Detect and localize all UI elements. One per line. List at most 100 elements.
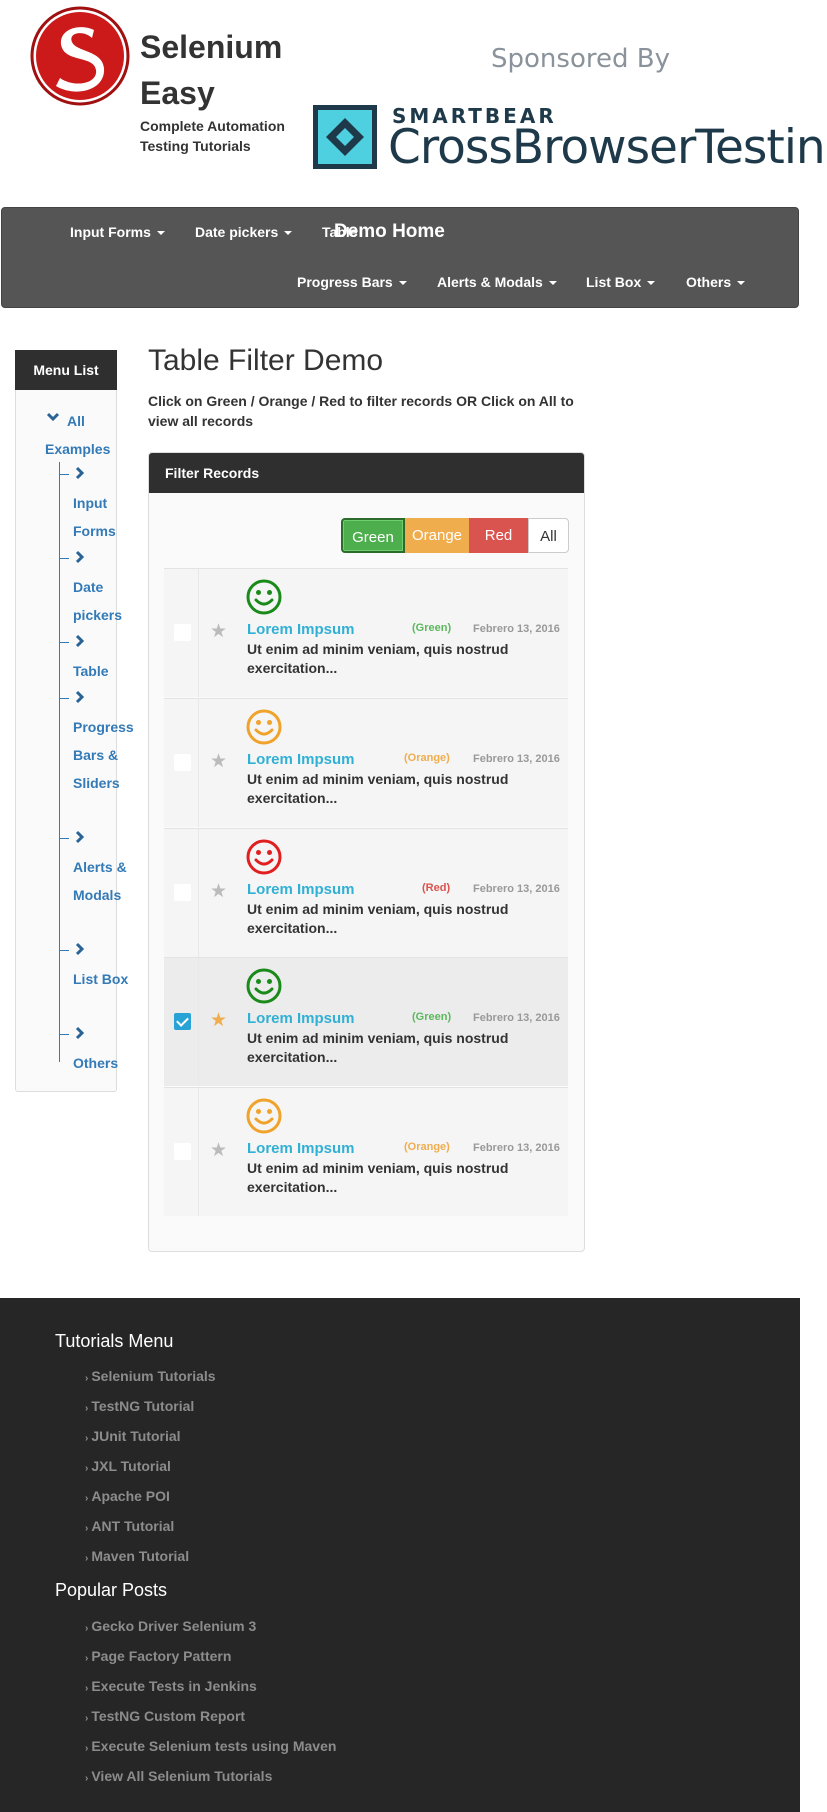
row-checkbox[interactable] <box>174 1013 191 1030</box>
brand-subtitle: Complete Automation Testing Tutorials <box>140 118 285 154</box>
chevron-right-icon[interactable] <box>75 466 85 483</box>
brand-title[interactable]: Selenium Easy <box>140 24 310 116</box>
chevron-right-icon[interactable] <box>75 690 85 707</box>
nav-progress-bars[interactable]: Progress Bars <box>297 274 407 290</box>
selenium-easy-logo[interactable] <box>28 4 132 108</box>
table-row: ★ Lorem Impsum (Green) Febrero 13, 2016 Ut e… <box>164 957 568 1086</box>
nav-input-forms[interactable]: Input Forms <box>70 224 165 240</box>
panel-title: Filter Records <box>149 453 584 493</box>
nav-list-box[interactable]: List Box <box>586 274 656 290</box>
record-status-tag: (Red) <box>422 882 451 894</box>
sidebar-item-input-forms[interactable]: Input Forms <box>73 489 133 545</box>
record-status-tag: (Green) <box>412 622 452 634</box>
tree-connector <box>60 950 69 951</box>
record-body: Ut enim ad minim veniam, quis nostrud ex… <box>247 901 509 936</box>
footer-post-link[interactable]: › Page Factory Pattern <box>85 1648 231 1664</box>
crossbrowsertesting-label[interactable]: CrossBrowserTesting <box>388 120 827 175</box>
record-body: Ut enim ad minim veniam, quis nostrud ex… <box>247 1160 509 1195</box>
star-icon[interactable]: ★ <box>210 1009 227 1032</box>
tree-connector <box>60 474 69 475</box>
footer-tutorial-link[interactable]: › Apache POI <box>85 1488 170 1504</box>
record-status-tag: (Orange) <box>404 1141 450 1153</box>
record-title[interactable]: Lorem Impsum <box>247 751 355 768</box>
sidebar-item-progress-bars[interactable]: Progress Bars & Sliders <box>73 713 134 797</box>
sidebar-header: Menu List <box>15 350 117 390</box>
record-date: Febrero 13, 2016 <box>473 623 560 635</box>
chevron-right-icon: › <box>85 1493 89 1504</box>
smiley-face-icon <box>246 709 282 745</box>
star-icon[interactable]: ★ <box>210 880 227 903</box>
chevron-right-icon: › <box>85 1553 89 1564</box>
row-checkbox[interactable] <box>174 624 191 641</box>
chevron-right-icon[interactable] <box>75 942 85 959</box>
footer-tutorial-link[interactable]: › Selenium Tutorials <box>85 1368 216 1384</box>
footer-tutorial-link[interactable]: › Maven Tutorial <box>85 1548 189 1564</box>
chevron-right-icon[interactable] <box>75 634 85 651</box>
filter-green-button[interactable]: Green <box>341 518 405 553</box>
chevron-right-icon: › <box>85 1713 89 1724</box>
footer-tutorial-link[interactable]: › JUnit Tutorial <box>85 1428 181 1444</box>
table-row: ★ Lorem Impsum (Red) Febrero 13, 2016 Ut eni… <box>164 828 568 957</box>
tutorials-menu-heading: Tutorials Menu <box>55 1331 174 1351</box>
row-checkbox[interactable] <box>174 754 191 771</box>
table-row: ★ Lorem Impsum (Orange) Febrero 13, 2016 Ut … <box>164 1087 568 1216</box>
crossbrowsertesting-logo-icon[interactable] <box>312 104 378 170</box>
footer-tutorial-link[interactable]: › TestNG Tutorial <box>85 1398 194 1414</box>
filter-red-button[interactable]: Red <box>469 518 528 553</box>
sidebar-all-examples[interactable]: All Examples <box>45 407 115 463</box>
footer-post-link[interactable]: › Gecko Driver Selenium 3 <box>85 1618 256 1634</box>
chevron-right-icon: › <box>85 1683 89 1694</box>
row-checkbox[interactable] <box>174 884 191 901</box>
record-title[interactable]: Lorem Impsum <box>247 1010 355 1027</box>
record-title[interactable]: Lorem Impsum <box>247 621 355 638</box>
chevron-right-icon: › <box>85 1653 89 1664</box>
nav-others[interactable]: Others <box>686 274 746 290</box>
star-icon[interactable]: ★ <box>210 620 227 643</box>
tree-connector <box>60 558 69 559</box>
record-date: Febrero 13, 2016 <box>473 883 560 895</box>
chevron-right-icon: › <box>85 1523 89 1534</box>
footer-post-link[interactable]: › Execute Selenium tests using Maven <box>85 1738 336 1754</box>
sidebar-item-alerts-modals[interactable]: Alerts & Modals <box>73 853 133 909</box>
page-description: Click on Green / Orange / Red to filter … <box>148 393 574 429</box>
nav-alerts-modals[interactable]: Alerts & Modals <box>437 274 557 290</box>
row-checkbox[interactable] <box>174 1143 191 1160</box>
caret-down-icon <box>548 281 557 286</box>
record-title[interactable]: Lorem Impsum <box>247 1140 355 1157</box>
record-body: Ut enim ad minim veniam, quis nostrud ex… <box>247 1030 509 1065</box>
page-title: Table Filter Demo <box>148 344 384 377</box>
table-row: ★ Lorem Impsum (Orange) Febrero 13, 2016 Ut … <box>164 698 568 827</box>
footer-post-link[interactable]: › Execute Tests in Jenkins <box>85 1678 257 1694</box>
selenium-logo-icon <box>30 6 130 106</box>
sidebar-item-table[interactable]: Table <box>73 657 133 685</box>
nav-demo-home[interactable]: Demo Home <box>334 221 445 243</box>
smiley-face-icon <box>246 579 282 615</box>
row-divider <box>198 1088 199 1216</box>
filter-orange-button[interactable]: Orange <box>405 518 469 553</box>
chevron-right-icon[interactable] <box>75 830 85 847</box>
nav-date-pickers[interactable]: Date pickers <box>195 224 293 240</box>
footer-tutorial-link[interactable]: › JXL Tutorial <box>85 1458 171 1474</box>
sidebar-item-others[interactable]: Others <box>73 1049 133 1077</box>
chevron-right-icon[interactable] <box>75 1026 85 1043</box>
chevron-right-icon: › <box>85 1773 89 1784</box>
record-body: Ut enim ad minim veniam, quis nostrud ex… <box>247 641 509 676</box>
filter-all-button[interactable]: All <box>528 518 569 553</box>
smiley-face-icon <box>246 1098 282 1134</box>
star-icon[interactable]: ★ <box>210 1139 227 1162</box>
star-icon[interactable]: ★ <box>210 750 227 773</box>
record-date: Febrero 13, 2016 <box>473 1142 560 1154</box>
record-status-tag: (Green) <box>412 1011 452 1023</box>
footer-post-link[interactable]: › View All Selenium Tutorials <box>85 1768 272 1784</box>
caret-down-icon <box>398 281 407 286</box>
footer-tutorial-link[interactable]: › ANT Tutorial <box>85 1518 174 1534</box>
row-divider <box>198 829 199 957</box>
chevron-right-icon[interactable] <box>75 550 85 567</box>
record-title[interactable]: Lorem Impsum <box>247 881 355 898</box>
record-date: Febrero 13, 2016 <box>473 1012 560 1024</box>
smiley-face-icon <box>246 839 282 875</box>
footer-post-link[interactable]: › TestNG Custom Report <box>85 1708 245 1724</box>
sidebar-item-date-pickers[interactable]: Date pickers <box>73 573 133 629</box>
chevron-right-icon: › <box>85 1433 89 1444</box>
sidebar-item-list-box[interactable]: List Box <box>73 965 133 993</box>
